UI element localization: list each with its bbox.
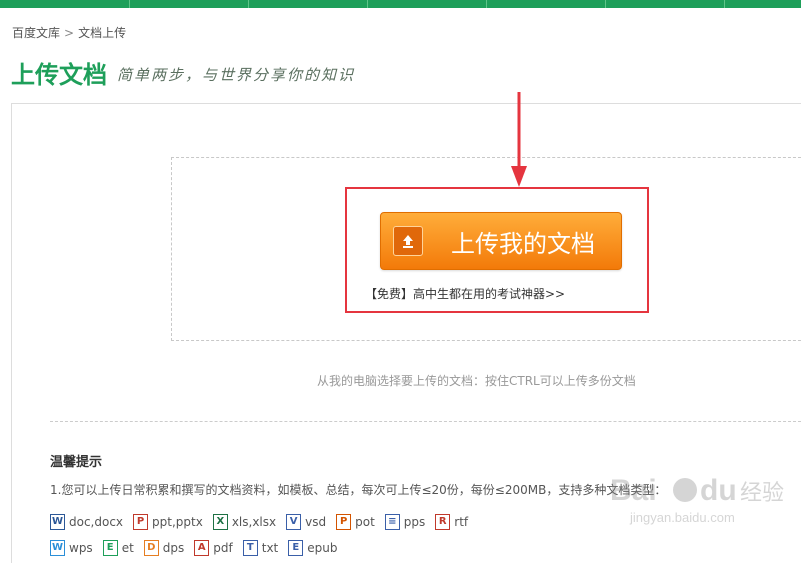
file-type-list: Wdoc,docx Pppt,pptx Xxls,xlsx Vvsd Ppot … [50,514,478,530]
et-file-icon: E [102,540,118,556]
file-type-ppt: Pppt,pptx [133,514,203,530]
top-nav-bar [0,0,801,8]
file-type-label: dps [162,541,185,555]
divider [50,421,801,422]
file-type-pdf: Apdf [194,540,233,556]
watermark-brand2: du [700,474,737,507]
file-type-label: pps [403,515,426,529]
rtf-file-icon: R [435,514,451,530]
upload-icon [393,226,423,256]
file-type-epub: Eepub [288,540,338,556]
epub-file-icon: E [288,540,304,556]
file-type-label: wps [69,541,93,555]
breadcrumb: 百度文库 > 文档上传 [12,24,126,41]
file-type-pot: Ppot [336,514,375,530]
file-type-pps: ≡ pps [384,514,426,530]
file-type-label: vsd [305,515,327,529]
file-type-label: doc,docx [69,515,124,529]
wps-file-icon: W [50,540,65,556]
pdf-file-icon: A [194,540,210,556]
file-type-txt: Ttxt [242,540,279,556]
file-type-doc: Wdoc,docx [50,514,123,530]
upload-hint: 从我的电脑选择要上传的文档：按住CTRL可以上传多份文档 [317,374,636,388]
upload-button-label: 上传我的文档 [451,229,595,258]
file-type-label: txt [261,541,279,555]
txt-file-icon: T [242,540,258,556]
baidu-jingyan-watermark: Bai du 经验 jingyan.baidu.com [610,460,790,534]
file-type-wps: Wwps [50,540,93,556]
nav-tab[interactable] [0,0,130,8]
file-type-et: Eet [102,540,134,556]
nav-tab[interactable] [487,0,606,8]
upload-my-document-button[interactable]: 上传我的文档 [380,212,622,270]
pot-file-icon: P [336,514,352,530]
breadcrumb-separator: > [64,26,75,40]
watermark-brand: Bai [610,474,657,507]
file-type-label: ppt,pptx [152,515,203,529]
pps-file-icon: ≡ [384,514,400,530]
annotation-arrow-icon [511,92,527,187]
excel-file-icon: X [212,514,228,530]
file-type-label: et [121,541,134,555]
tips-title: 温馨提示 [50,455,103,470]
watermark-sub: 经验 [740,481,784,506]
page-slogan: 简单两步，与世界分享你的知识 [117,66,356,84]
powerpoint-file-icon: P [133,514,149,530]
nav-tab[interactable] [249,0,368,8]
word-file-icon: W [50,514,65,530]
nav-tab[interactable] [725,0,801,8]
file-type-xls: Xxls,xlsx [212,514,277,530]
promo-link[interactable]: 【免费】高中生都在用的考试神器>> [365,285,565,302]
file-type-label: rtf [454,515,469,529]
tips-text: 1.您可以上传日常积累和撰写的文档资料，如模板、总结，每次可上传≤20份，每份≤… [50,483,667,497]
file-type-label: xls,xlsx [231,515,277,529]
visio-file-icon: V [286,514,302,530]
nav-tab[interactable] [368,0,487,8]
file-type-label: epub [307,541,338,555]
file-type-dps: Ddps [143,540,185,556]
nav-tab[interactable] [130,0,249,8]
dps-file-icon: D [143,540,159,556]
file-type-label: pdf [213,541,233,555]
file-type-vsd: Vvsd [286,514,326,530]
breadcrumb-current: 文档上传 [78,26,127,40]
nav-tab[interactable] [606,0,725,8]
breadcrumb-home-link[interactable]: 百度文库 [12,26,60,40]
page-title: 上传文档 [11,61,107,89]
file-type-label: pot [355,515,375,529]
file-type-rtf: Rrtf [435,514,468,530]
file-type-list-2: Wwps Eet Ddps Apdf Ttxt Eepub [50,540,348,556]
watermark-url: jingyan.baidu.com [629,510,735,525]
